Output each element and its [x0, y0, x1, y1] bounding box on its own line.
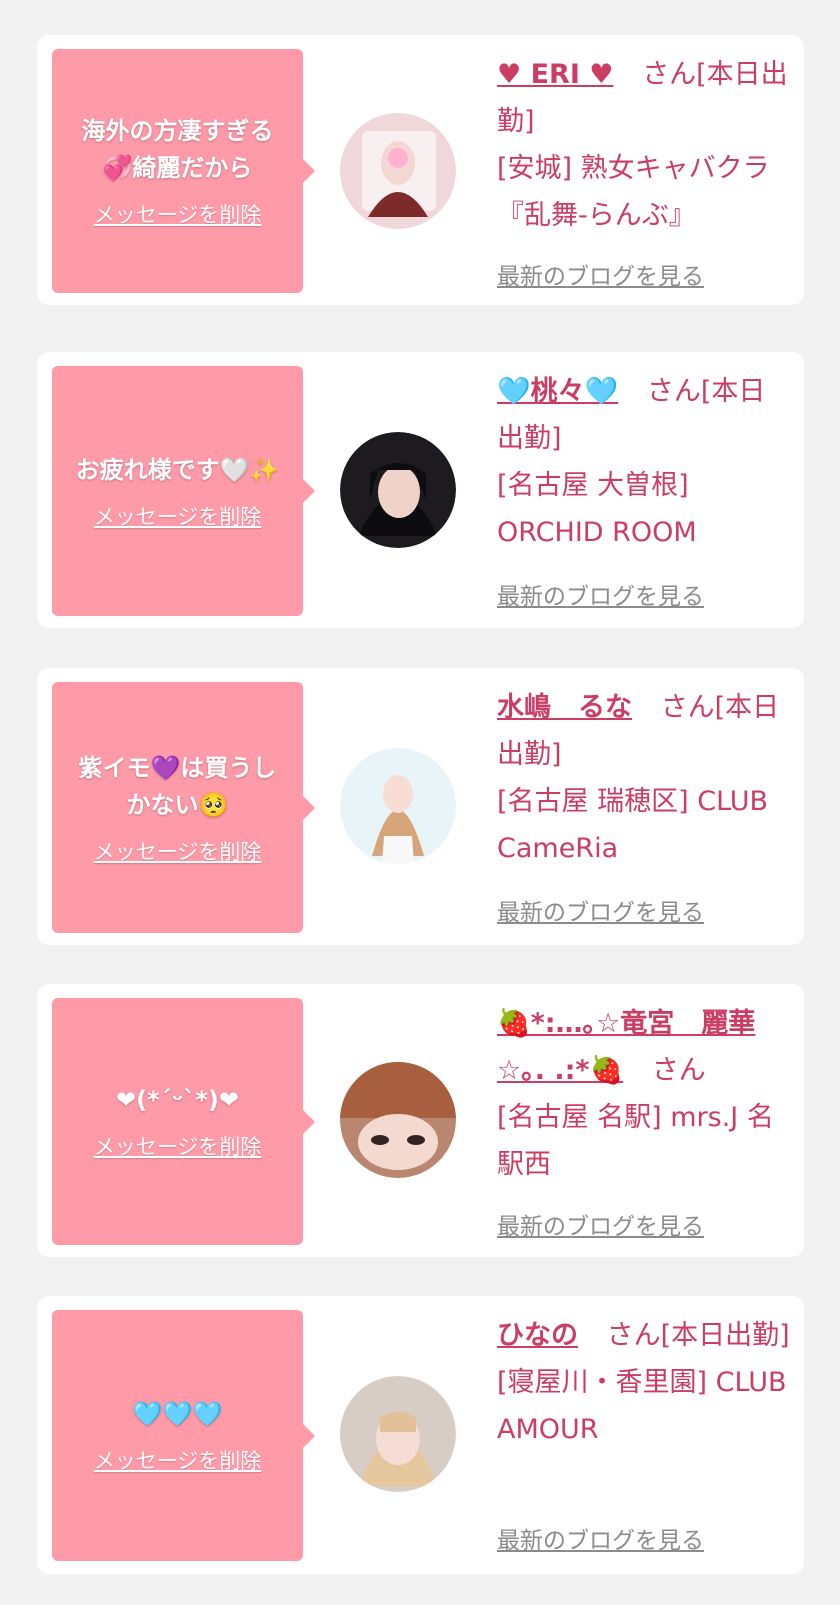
profile-info: 🍓*:…｡☆竜宮 麗華☆｡. .:*🍓 さん [名古屋 名駅] mrs.J 名駅…: [497, 1000, 792, 1188]
avatar-photo-icon: [340, 113, 456, 229]
message-card: 紫イモ💜は買うし かない🥺 メッセージを削除 水嶋 るな さん[本日出勤] [名…: [37, 668, 804, 945]
avatar[interactable]: [340, 113, 456, 229]
delete-message-link[interactable]: メッセージを削除: [94, 836, 262, 866]
profile-info: ひなの さん[本日出勤] [寝屋川・香里園] CLUB AMOUR: [497, 1312, 792, 1453]
profile-name-link[interactable]: 🩵桃々🩵: [497, 376, 618, 407]
avatar[interactable]: [340, 1062, 456, 1178]
message-text: お疲れ様です🤍✨: [75, 455, 280, 484]
message-bubble: お疲れ様です🤍✨ メッセージを削除: [52, 366, 315, 616]
shop-name: [名古屋 名駅] mrs.J 名駅西: [497, 1102, 774, 1180]
blog-link[interactable]: 最新のブログを見る: [497, 257, 704, 291]
message-card: お疲れ様です🤍✨ メッセージを削除 🩵桃々🩵 さん[本日出勤] [名古屋 大曽根…: [37, 352, 804, 628]
avatar[interactable]: [340, 432, 456, 548]
avatar-photo-icon: [340, 432, 456, 548]
message-bubble: 紫イモ💜は買うし かない🥺 メッセージを削除: [52, 682, 315, 933]
avatar[interactable]: [340, 1376, 456, 1492]
delete-message-link[interactable]: メッセージを削除: [94, 1445, 262, 1475]
profile-name-link[interactable]: ひなの: [497, 1320, 578, 1351]
message-card: 🩵🩵🩵 メッセージを削除 ひなの さん[本日出勤] [寝屋川・香里園] CLUB…: [37, 1296, 804, 1574]
profile-name-link[interactable]: 🍓*:…｡☆竜宮 麗華☆｡. .:*🍓: [497, 1008, 755, 1086]
message-text: 🩵🩵🩵: [132, 1400, 223, 1428]
message-card: ❤(*´ᵕ`*)❤ メッセージを削除 🍓*:…｡☆竜宮 麗華☆｡. .:*🍓 さ…: [37, 984, 804, 1257]
message-text: ❤(*´ᵕ`*)❤: [116, 1086, 239, 1114]
profile-suffix: さん[本日出勤]: [606, 1320, 790, 1351]
delete-message-link[interactable]: メッセージを削除: [94, 1131, 262, 1161]
message-bubble: 海外の方凄すぎる 💞綺麗だから メッセージを削除: [52, 49, 315, 293]
shop-name: [寝屋川・香里園] CLUB AMOUR: [497, 1367, 787, 1445]
profile-name-link[interactable]: ♥ ERI ♥: [497, 59, 614, 90]
avatar[interactable]: [340, 748, 456, 864]
profile-name-link[interactable]: 水嶋 るな: [497, 692, 632, 723]
delete-message-link[interactable]: メッセージを削除: [94, 501, 262, 531]
message-text: 紫イモ💜は買うし かない🥺: [78, 753, 277, 819]
message-card: 海外の方凄すぎる 💞綺麗だから メッセージを削除 ♥ ERI ♥ さん[本日出勤…: [37, 35, 804, 305]
blog-link[interactable]: 最新のブログを見る: [497, 1521, 704, 1555]
shop-name: [名古屋 瑞穂区] CLUB CameRia: [497, 786, 769, 864]
message-text: 海外の方凄すぎる 💞綺麗だから: [81, 117, 274, 182]
profile-info: ♥ ERI ♥ さん[本日出勤] [安城] 熟女キャバクラ『乱舞-らんぶ』: [497, 51, 792, 239]
avatar-photo-icon: [340, 1062, 456, 1178]
shop-name: [名古屋 大曽根] ORCHID ROOM: [497, 470, 697, 548]
blog-link[interactable]: 最新のブログを見る: [497, 577, 704, 611]
avatar-photo-icon: [340, 1376, 456, 1492]
message-bubble: ❤(*´ᵕ`*)❤ メッセージを削除: [52, 998, 315, 1245]
blog-link[interactable]: 最新のブログを見る: [497, 1207, 704, 1241]
message-bubble: 🩵🩵🩵 メッセージを削除: [52, 1310, 315, 1561]
delete-message-link[interactable]: メッセージを削除: [94, 199, 262, 229]
avatar-photo-icon: [340, 748, 456, 864]
profile-info: 🩵桃々🩵 さん[本日出勤] [名古屋 大曽根] ORCHID ROOM: [497, 368, 792, 556]
profile-info: 水嶋 るな さん[本日出勤] [名古屋 瑞穂区] CLUB CameRia: [497, 684, 792, 872]
shop-name: [安城] 熟女キャバクラ『乱舞-らんぶ』: [497, 153, 770, 231]
message-list: 海外の方凄すぎる 💞綺麗だから メッセージを削除 ♥ ERI ♥ さん[本日出勤…: [0, 0, 840, 1605]
profile-suffix: さん: [651, 1055, 706, 1086]
blog-link[interactable]: 最新のブログを見る: [497, 893, 704, 927]
